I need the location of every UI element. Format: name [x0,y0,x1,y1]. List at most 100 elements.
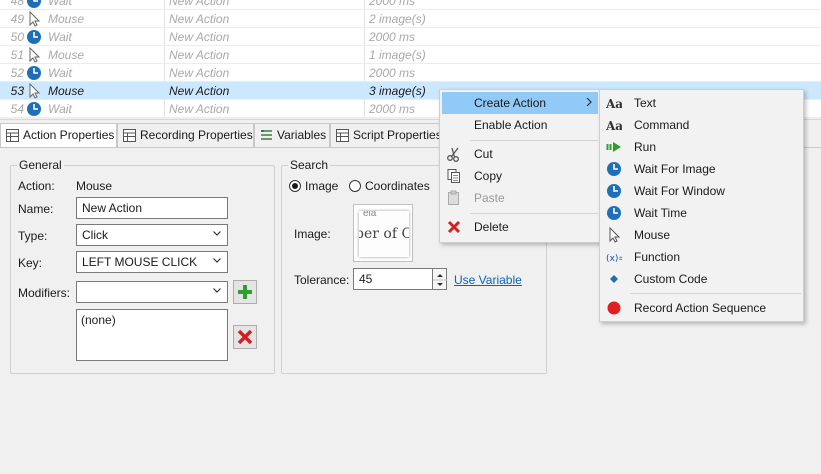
text-aa-icon: Aa [606,119,622,133]
general-group-title: General [17,158,64,172]
tab-action-properties[interactable]: Action Properties [0,123,117,149]
clock-icon [27,0,41,8]
submenu-item-wait-for-image[interactable]: Wait For Image [602,158,801,180]
coordinates-radio[interactable] [349,180,361,192]
tab-variables[interactable]: Variables [254,123,330,148]
table-row[interactable]: 51 Mouse New Action 1 image(s) [0,46,821,64]
menu-item-copy[interactable]: Copy [442,165,598,187]
tab-label: Recording Properties [140,128,253,142]
submenu-item-custom-code[interactable]: Custom Code [602,268,801,290]
menu-item-delete[interactable]: Delete [442,216,598,238]
submenu-item-run[interactable]: Run [602,136,801,158]
menu-item-label: Text [634,96,657,110]
row-name: New Action [169,0,230,8]
key-select-value: LEFT MOUSE CLICK [82,255,198,269]
tab-label: Script Properties [353,128,442,142]
menu-item-cut[interactable]: Cut [442,143,598,165]
name-field[interactable]: New Action [76,197,228,219]
submenu-item-wait-time[interactable]: Wait Time [602,202,801,224]
remove-modifier-button[interactable] [233,325,257,349]
type-select[interactable]: Click [76,224,228,246]
tolerance-input[interactable]: 45 [353,268,433,290]
tolerance-value: 45 [359,272,373,286]
menu-item-label: Function [634,250,681,264]
table-row[interactable]: 48 Wait New Action 2000 ms [0,0,821,10]
modifiers-list-item[interactable]: (none) [81,313,223,327]
tolerance-spinner[interactable] [433,268,447,290]
run-arrow-icon [606,142,621,152]
row-number: 48 [10,0,24,8]
menu-item-label: Custom Code [634,272,708,286]
row-number: 50 [10,30,24,44]
table-row[interactable]: 49 Mouse New Action 2 image(s) [0,10,821,28]
scissors-icon [447,147,459,162]
clock-icon [607,162,621,176]
table-row[interactable]: 50 Wait New Action 2000 ms [0,28,821,46]
tab-label: Variables [277,128,327,142]
chevron-down-icon [213,288,221,293]
menu-separator [470,140,598,141]
clock-icon [27,102,41,116]
submenu-item-wait-for-window[interactable]: Wait For Window [602,180,801,202]
clock-icon [27,66,41,80]
copy-icon [447,169,460,183]
function-icon: (x)= [606,254,622,264]
submenu-item-command[interactable]: Aa Command [602,114,801,136]
row-name: New Action [169,84,230,98]
row-param: 2000 ms [369,30,416,44]
tab-recording-properties[interactable]: Recording Properties [117,123,254,148]
key-select[interactable]: LEFT MOUSE CLICK [76,251,228,273]
row-param: 2 image(s) [369,12,426,26]
menu-item-label: Command [634,118,690,132]
menu-item-label: Run [634,140,657,154]
row-name: New Action [169,12,230,26]
clock-icon [607,206,621,220]
key-label: Key: [18,256,43,270]
submenu-item-mouse[interactable]: Mouse [602,224,801,246]
modifiers-list[interactable]: (none) [76,309,228,361]
row-param: 2000 ms [369,102,416,116]
row-param: 2000 ms [369,0,416,8]
add-modifier-button[interactable] [233,280,257,304]
tab-script-properties[interactable]: Script Properties [330,123,442,148]
chevron-down-icon [213,231,221,236]
submenu-item-record-action-sequence[interactable]: Record Action Sequence [602,297,801,319]
modifiers-label: Modifiers: [18,286,71,300]
row-name: New Action [169,30,230,44]
submenu-item-function[interactable]: (x)= Function [602,246,801,268]
variables-icon [261,130,272,140]
use-variable-link[interactable]: Use Variable [454,273,522,287]
menu-item-label: Wait Time [634,206,687,220]
image-radio[interactable] [289,180,301,192]
menu-item-label: Wait For Image [634,162,716,176]
menu-separator [470,213,598,214]
context-menu: Create Action Enable Action Cut Copy Pas… [439,89,601,243]
row-number: 53 [10,84,24,98]
search-group-title: Search [288,158,331,172]
row-number: 54 [10,102,24,116]
modifiers-select[interactable] [76,281,228,303]
table-row[interactable]: 52 Wait New Action 2000 ms [0,64,821,82]
image-radio-label[interactable]: Image [305,179,338,193]
submenu-item-text[interactable]: Aa Text [602,92,801,114]
custom-code-icon [610,275,618,283]
coordinates-radio-label[interactable]: Coordinates [365,179,430,193]
row-type: Wait [48,66,72,80]
menu-item-enable-action[interactable]: Enable Action [442,114,598,136]
image-snippet-text: ber of Cc [359,226,409,242]
menu-item-label: Record Action Sequence [634,301,767,315]
image-preview-thumbnail[interactable]: eia ber of Cc [353,204,413,262]
table-icon [123,129,136,142]
paste-icon [448,190,459,205]
type-label: Type: [18,229,48,243]
image-snippet-text-top: eia [363,211,377,219]
image-snippet: eia ber of Cc [359,211,409,257]
menu-item-paste[interactable]: Paste [442,187,598,209]
text-aa-icon: Aa [606,97,622,111]
delete-x-icon [447,220,461,234]
row-number: 52 [10,66,24,80]
chevron-down-icon [213,258,221,263]
row-type: Wait [48,0,72,8]
row-number: 49 [10,12,24,26]
menu-item-create-action[interactable]: Create Action [442,92,598,114]
